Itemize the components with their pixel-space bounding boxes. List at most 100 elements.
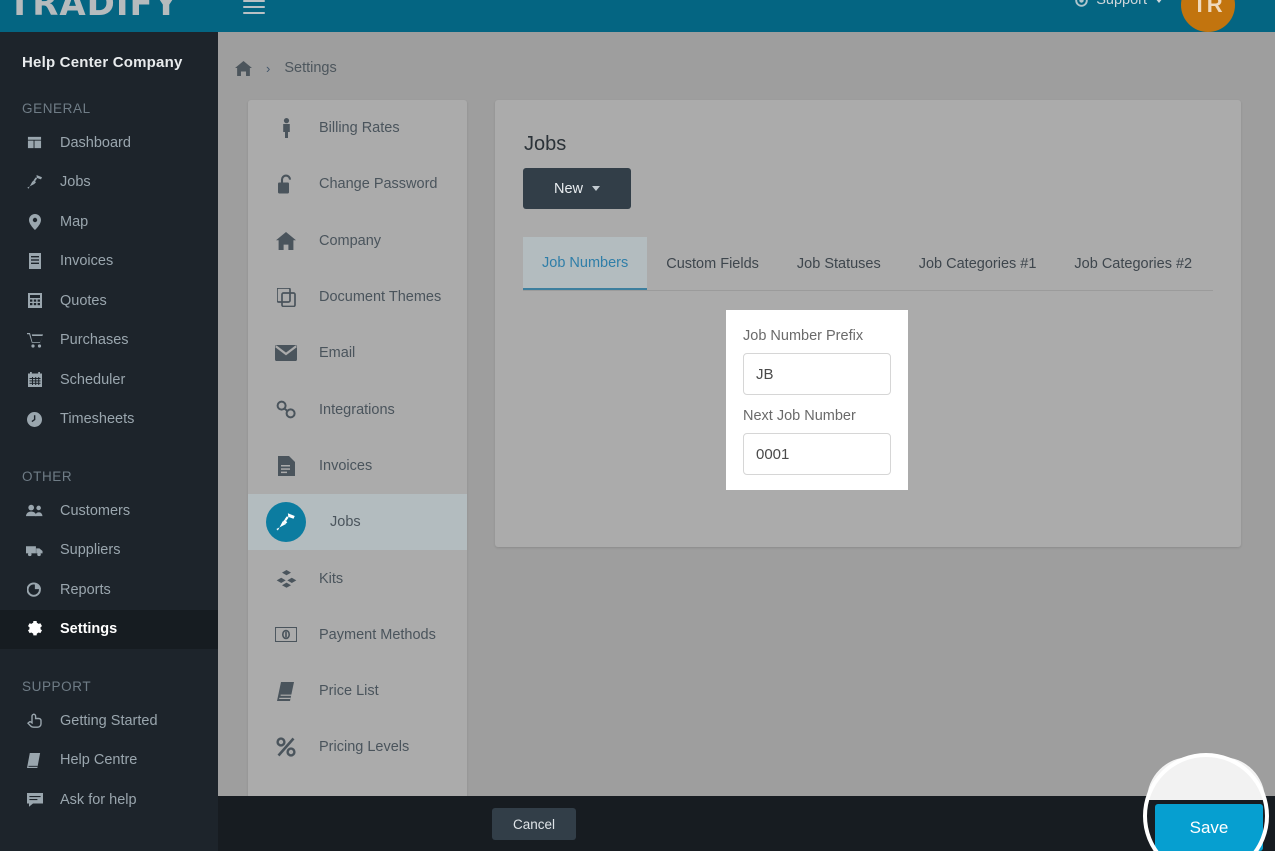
sidebar-item-ask-for-help[interactable]: Ask for help: [0, 780, 218, 820]
sidebar-label: Timesheets: [60, 411, 135, 428]
pie-chart-icon: [26, 582, 43, 597]
sidebar-label: Ask for help: [60, 791, 137, 808]
document-icon: [272, 455, 300, 476]
sidebar-label: Getting Started: [60, 712, 158, 729]
sidebar-label: Purchases: [60, 332, 129, 349]
sidebar-item-invoices[interactable]: Invoices: [0, 242, 218, 282]
home-icon[interactable]: [235, 60, 252, 76]
settings-item-email[interactable]: Email: [248, 325, 467, 381]
invoice-icon: [26, 253, 43, 270]
settings-label: Integrations: [319, 401, 395, 418]
nav-group-general-title: GENERAL: [22, 101, 91, 116]
hamburger-icon[interactable]: [243, 0, 265, 26]
settings-label: Email: [319, 345, 356, 362]
sidebar-label: Invoices: [60, 253, 114, 270]
person-icon: [272, 118, 300, 139]
next-job-number-input[interactable]: [743, 433, 891, 475]
settings-label: Jobs: [330, 514, 361, 531]
sidebar-item-customers[interactable]: Customers: [0, 491, 218, 531]
sidebar-label: Customers: [60, 502, 131, 519]
breadcrumb-current[interactable]: Settings: [284, 60, 336, 76]
breadcrumb-separator: ›: [266, 60, 271, 76]
company-name: Help Center Company: [22, 54, 183, 71]
tab-job-categories-1[interactable]: Job Categories #1: [900, 237, 1056, 290]
settings-item-payment-methods[interactable]: Payment Methods: [248, 607, 467, 663]
tab-job-numbers[interactable]: Job Numbers: [523, 237, 648, 290]
jobs-settings-panel: Jobs New Job Numbers Custom Fields Job S…: [495, 100, 1241, 547]
settings-label: Document Themes: [319, 289, 442, 306]
settings-item-document-themes[interactable]: Document Themes: [248, 269, 467, 325]
settings-item-change-password[interactable]: Change Password: [248, 156, 467, 212]
settings-item-jobs[interactable]: Jobs: [248, 494, 467, 551]
dashboard-icon: [26, 135, 43, 150]
settings-label: Change Password: [319, 176, 438, 193]
settings-label: Kits: [319, 570, 344, 587]
support-menu[interactable]: Support: [1074, 0, 1163, 8]
sidebar-item-getting-started[interactable]: Getting Started: [0, 701, 218, 741]
top-header-bar: TRADIFY Support TR: [0, 0, 1275, 32]
sidebar-item-suppliers[interactable]: Suppliers: [0, 531, 218, 571]
avatar[interactable]: TR: [1181, 0, 1235, 32]
settings-item-price-list[interactable]: Price List: [248, 663, 467, 719]
sidebar-item-reports[interactable]: Reports: [0, 570, 218, 610]
tab-job-categories-2[interactable]: Job Categories #2: [1055, 237, 1211, 290]
calendar-icon: [26, 372, 43, 388]
boxes-icon: [272, 569, 300, 588]
sidebar-label: Dashboard: [60, 134, 131, 151]
map-pin-icon: [26, 213, 43, 230]
sidebar-item-scheduler[interactable]: Scheduler: [0, 360, 218, 400]
link-icon: [272, 400, 300, 419]
sidebar: Help Center Company GENERAL Dashboard Jo…: [0, 32, 218, 851]
sidebar-item-help-centre[interactable]: Help Centre: [0, 741, 218, 781]
settings-item-integrations[interactable]: Integrations: [248, 381, 467, 437]
settings-item-kits[interactable]: Kits: [248, 550, 467, 606]
app-root: TRADIFY Support TR Help Center Company G…: [0, 0, 1275, 851]
settings-item-pricing-levels[interactable]: Pricing Levels: [248, 719, 467, 775]
settings-label: Price List: [319, 683, 379, 700]
job-number-prefix-input[interactable]: [743, 353, 891, 395]
sidebar-label: Map: [60, 213, 89, 230]
sidebar-label: Settings: [60, 621, 118, 638]
support-label: Support: [1096, 0, 1147, 8]
clock-icon: [26, 411, 43, 427]
sidebar-label: Reports: [60, 581, 111, 598]
action-bar: Cancel Save: [218, 796, 1275, 851]
sidebar-item-quotes[interactable]: Quotes: [0, 281, 218, 321]
settings-label: Pricing Levels: [319, 739, 410, 756]
settings-item-company[interactable]: Company: [248, 213, 467, 269]
tab-custom-fields[interactable]: Custom Fields: [647, 237, 778, 290]
users-icon: [26, 504, 43, 517]
sidebar-item-timesheets[interactable]: Timesheets: [0, 400, 218, 440]
sidebar-item-jobs[interactable]: Jobs: [0, 163, 218, 203]
envelope-icon: [272, 345, 300, 362]
copy-icon: [272, 287, 300, 307]
pointing-hand-icon: [26, 713, 43, 729]
job-numbers-form-spotlight: Job Number Prefix Next Job Number: [726, 310, 908, 490]
tab-bar: Job Numbers Custom Fields Job Statuses J…: [523, 237, 1213, 291]
chat-bubble-icon: [26, 792, 43, 807]
nav-group-support-title: SUPPORT: [22, 679, 92, 694]
sidebar-item-purchases[interactable]: Purchases: [0, 321, 218, 361]
tab-job-statuses[interactable]: Job Statuses: [778, 237, 900, 290]
new-button-label: New: [553, 180, 583, 197]
percent-icon: [272, 737, 300, 758]
sidebar-label: Scheduler: [60, 371, 126, 388]
sidebar-item-map[interactable]: Map: [0, 202, 218, 242]
save-button[interactable]: Save: [1155, 804, 1263, 851]
cancel-button[interactable]: Cancel: [492, 808, 576, 840]
sidebar-item-dashboard[interactable]: Dashboard: [0, 123, 218, 163]
home-icon: [272, 231, 300, 250]
chevron-down-icon: [1155, 0, 1163, 3]
job-number-prefix-label: Job Number Prefix: [743, 328, 864, 344]
book-icon: [272, 681, 300, 701]
page-title: Jobs: [524, 133, 567, 155]
settings-item-invoices[interactable]: Invoices: [248, 438, 467, 494]
settings-label: Invoices: [319, 457, 373, 474]
app-logo: TRADIFY: [8, 0, 180, 24]
sidebar-item-settings[interactable]: Settings: [0, 609, 218, 649]
padlock-open-icon: [272, 174, 300, 194]
shopping-cart-icon: [26, 332, 43, 348]
new-button[interactable]: New: [523, 168, 631, 209]
settings-item-billing-rates[interactable]: Billing Rates: [248, 100, 467, 156]
hammer-icon: [26, 174, 43, 190]
